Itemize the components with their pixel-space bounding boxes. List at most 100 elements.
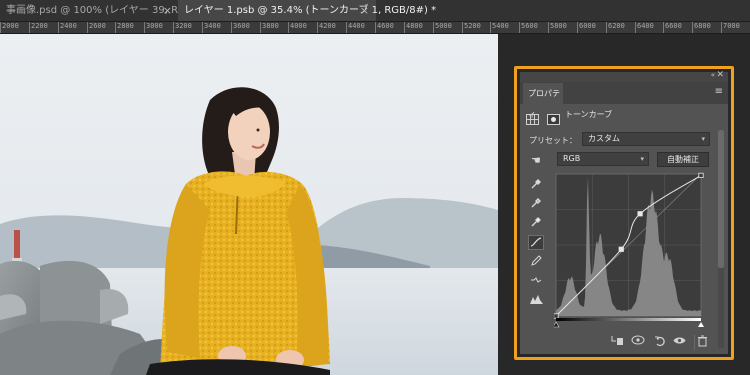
- ruler-tick: [606, 22, 607, 33]
- channel-value: RGB: [563, 154, 581, 163]
- ruler-label: 3000: [146, 22, 163, 30]
- ruler-label: 5000: [435, 22, 452, 30]
- tab-properties[interactable]: プロパティ: [523, 83, 563, 119]
- ruler-label: 2800: [117, 22, 134, 30]
- ruler-tick: [346, 22, 347, 33]
- ruler-tick: [519, 22, 520, 33]
- ruler-label: 7000: [723, 22, 740, 30]
- ruler-tick: [375, 22, 376, 33]
- ruler-label: 2600: [89, 22, 106, 30]
- ruler-label: 3600: [233, 22, 250, 30]
- channel-dropdown[interactable]: RGB ▾: [557, 152, 649, 166]
- panel-tab-strip: プロパティ ≡: [520, 82, 728, 119]
- white-input-slider[interactable]: [698, 322, 704, 327]
- view-previous-state-icon[interactable]: [630, 335, 645, 350]
- ruler-tick: [663, 22, 664, 33]
- ruler-tick: [490, 22, 491, 33]
- ruler-label: 4800: [406, 22, 423, 30]
- reset-icon[interactable]: [652, 335, 667, 350]
- document-tab-2[interactable]: レイヤー 1.psb @ 35.4% (トーンカーブ 1, RGB/8#) * …: [178, 0, 436, 21]
- ruler-tick: [115, 22, 116, 33]
- curve-control-point[interactable]: [553, 313, 559, 319]
- curves-graph[interactable]: [552, 172, 708, 328]
- ruler-label: 4200: [319, 22, 336, 30]
- ruler-label: 3400: [204, 22, 221, 30]
- clipping-warning-icon[interactable]: [528, 293, 544, 308]
- ruler-label: 5400: [492, 22, 509, 30]
- ruler-label: 2400: [60, 22, 77, 30]
- ruler-tick: [0, 22, 1, 33]
- ruler-label: 5200: [464, 22, 481, 30]
- ruler-label: 3800: [262, 22, 279, 30]
- curve-control-point[interactable]: [618, 246, 624, 252]
- close-icon[interactable]: ×: [360, 0, 369, 21]
- ruler-label: 4400: [348, 22, 365, 30]
- adjustment-title: トーンカーブ: [565, 110, 613, 119]
- ruler-label: 3200: [175, 22, 192, 30]
- ruler-tick: [202, 22, 203, 33]
- ruler-tick: [260, 22, 261, 33]
- document-tab-1[interactable]: 事画像.psd @ 100% (レイヤー 39, RGB/8#) * ×: [0, 0, 223, 21]
- ruler-tick: [548, 22, 549, 33]
- photo-image: [0, 34, 498, 375]
- adjustment-header: トーンカーブ: [526, 109, 612, 125]
- targeted-adjustment-hand-icon[interactable]: ☚: [531, 154, 541, 167]
- edit-points-curve-icon[interactable]: [528, 235, 544, 250]
- ruler-label: 4000: [290, 22, 307, 30]
- close-icon[interactable]: ×: [163, 0, 172, 21]
- ruler-label: 6200: [608, 22, 625, 30]
- curve-control-point[interactable]: [637, 211, 643, 217]
- document-tab-2-label: レイヤー 1.psb @ 35.4% (トーンカーブ 1, RGB/8#) *: [184, 5, 437, 16]
- properties-panel: « ✕ プロパティ ≡ トーンカーブ プリセット： カスタム ▾ ☚ RGB ▾…: [520, 70, 728, 354]
- preset-dropdown[interactable]: カスタム ▾: [582, 132, 710, 146]
- ruler-tick: [173, 22, 174, 33]
- ruler-label: 2000: [2, 22, 19, 30]
- ruler-tick: [58, 22, 59, 33]
- black-input-slider[interactable]: [552, 321, 560, 328]
- ruler-label: 5600: [521, 22, 538, 30]
- horizontal-ruler[interactable]: 2000 2200 2400 2600 2800 3000 3200 3400 3600 3800…: [0, 22, 750, 34]
- ruler-tick: [692, 22, 693, 33]
- panel-scrollbar[interactable]: [718, 130, 724, 348]
- ruler-label: 2200: [31, 22, 48, 30]
- collapse-panel-icon[interactable]: «: [711, 71, 715, 79]
- preset-label: プリセット：: [529, 136, 577, 145]
- ruler-tick: [721, 22, 722, 33]
- ruler-tick: [404, 22, 405, 33]
- curve-control-point[interactable]: [698, 172, 704, 179]
- chevron-down-icon: ▾: [701, 135, 705, 143]
- black-point-eyedropper-icon[interactable]: [528, 178, 544, 193]
- close-icon[interactable]: ✕: [716, 70, 724, 80]
- clip-to-layer-icon[interactable]: [610, 335, 625, 350]
- curves-adjustment-icon[interactable]: [526, 114, 539, 125]
- delete-trash-icon[interactable]: [694, 335, 710, 350]
- ruler-tick: [317, 22, 318, 33]
- ruler-label: 6400: [637, 22, 654, 30]
- visibility-eye-icon[interactable]: [672, 335, 687, 350]
- ruler-tick: [231, 22, 232, 33]
- smooth-curve-icon[interactable]: [528, 274, 544, 289]
- panel-titlebar: « ✕: [520, 70, 728, 82]
- preset-value: カスタム: [588, 134, 620, 143]
- panel-scrollbar-thumb[interactable]: [718, 130, 724, 268]
- chevron-down-icon: ▾: [640, 155, 644, 163]
- ruler-label: 6000: [579, 22, 596, 30]
- white-point-eyedropper-icon[interactable]: [528, 216, 544, 231]
- ruler-label: 6600: [665, 22, 682, 30]
- ruler-tick: [635, 22, 636, 33]
- document-tab-bar: 事画像.psd @ 100% (レイヤー 39, RGB/8#) * × レイヤ…: [0, 0, 750, 22]
- ruler-tick: [462, 22, 463, 33]
- document-canvas[interactable]: [0, 34, 498, 375]
- ruler-label: 5800: [550, 22, 567, 30]
- ruler-tick: [577, 22, 578, 33]
- layer-mask-icon[interactable]: [547, 114, 561, 125]
- ruler-tick: [433, 22, 434, 33]
- ruler-tick: [144, 22, 145, 33]
- panel-menu-icon[interactable]: ≡: [715, 87, 723, 97]
- gray-point-eyedropper-icon[interactable]: [528, 197, 544, 212]
- auto-button[interactable]: 自動補正: [657, 152, 709, 167]
- pencil-draw-icon[interactable]: [528, 255, 544, 270]
- ruler-tick: [29, 22, 30, 33]
- input-gradient-bar: [556, 318, 701, 321]
- ruler-label: 4600: [377, 22, 394, 30]
